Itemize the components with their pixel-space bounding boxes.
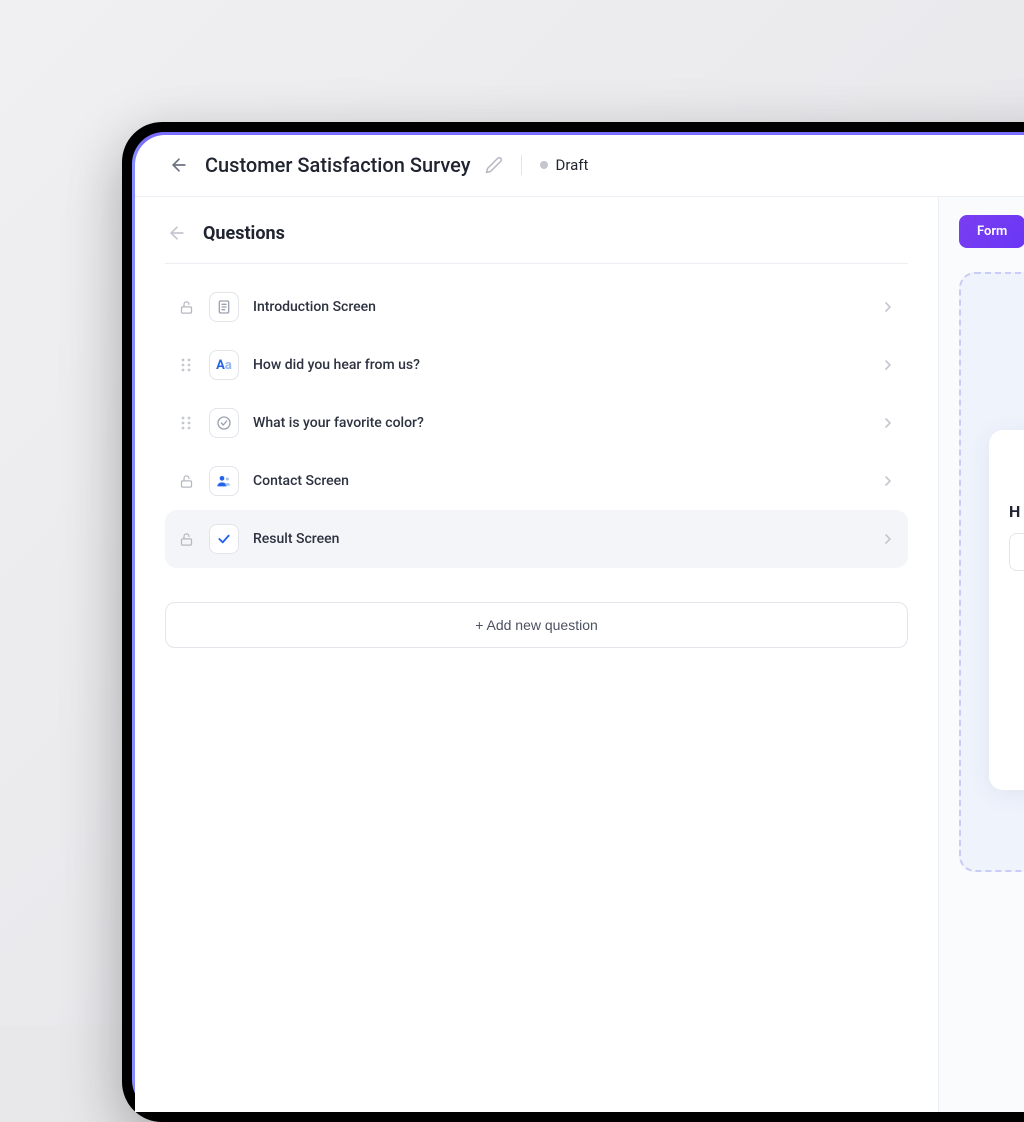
status-dot-icon bbox=[540, 161, 548, 169]
question-label: Introduction Screen bbox=[253, 299, 866, 315]
top-bar: Customer Satisfaction Survey Draft bbox=[135, 135, 1024, 196]
pencil-icon bbox=[485, 156, 503, 174]
questions-list: Introduction Screen Aa bbox=[165, 278, 908, 568]
text-aa-icon: Aa bbox=[209, 350, 239, 380]
chevron-right-icon bbox=[880, 415, 896, 431]
preview-panel: Form H bbox=[939, 197, 1024, 1112]
lock-icon bbox=[177, 472, 195, 490]
chevron-right-icon bbox=[880, 299, 896, 315]
preview-card: H bbox=[959, 272, 1024, 872]
device-frame: Customer Satisfaction Survey Draft bbox=[122, 122, 1024, 1122]
status-badge: Draft bbox=[540, 156, 589, 174]
chevron-right-icon bbox=[880, 531, 896, 547]
page-title: Customer Satisfaction Survey bbox=[205, 153, 471, 177]
question-row-introduction[interactable]: Introduction Screen bbox=[165, 278, 908, 336]
back-button[interactable] bbox=[167, 153, 191, 177]
panel-title: Questions bbox=[203, 223, 285, 244]
person-icon bbox=[209, 466, 239, 496]
chevron-right-icon bbox=[880, 357, 896, 373]
app-window: Customer Satisfaction Survey Draft bbox=[135, 135, 1024, 1112]
arrow-left-icon bbox=[169, 155, 189, 175]
question-row-favorite-color[interactable]: What is your favorite color? bbox=[165, 394, 908, 452]
question-row-result[interactable]: Result Screen bbox=[165, 510, 908, 568]
question-label: Result Screen bbox=[253, 531, 866, 547]
question-row-hear-from-us[interactable]: Aa How did you hear from us? bbox=[165, 336, 908, 394]
divider bbox=[521, 155, 522, 175]
question-label: What is your favorite color? bbox=[253, 415, 866, 431]
lock-icon bbox=[177, 530, 195, 548]
document-icon bbox=[209, 292, 239, 322]
arrow-left-icon bbox=[167, 223, 187, 243]
add-question-button[interactable]: + Add new question bbox=[165, 602, 908, 648]
question-label: How did you hear from us? bbox=[253, 357, 866, 373]
device-bezel: Customer Satisfaction Survey Draft bbox=[132, 132, 1024, 1112]
form-tab[interactable]: Form bbox=[959, 215, 1024, 248]
chevron-right-icon bbox=[880, 473, 896, 489]
check-circle-icon bbox=[209, 408, 239, 438]
drag-handle-icon[interactable] bbox=[177, 414, 195, 432]
preview-form-card: H bbox=[989, 430, 1024, 790]
preview-input-placeholder bbox=[1009, 533, 1024, 571]
panel-header: Questions bbox=[165, 221, 908, 264]
status-label: Draft bbox=[556, 156, 589, 174]
panel-back-button[interactable] bbox=[165, 221, 189, 245]
question-label: Contact Screen bbox=[253, 473, 866, 489]
drag-handle-icon[interactable] bbox=[177, 356, 195, 374]
main-area: Questions Introduction Screen bbox=[135, 196, 1024, 1112]
lock-icon bbox=[177, 298, 195, 316]
preview-heading: H bbox=[1009, 502, 1024, 521]
questions-panel: Questions Introduction Screen bbox=[135, 197, 939, 1112]
edit-title-button[interactable] bbox=[485, 156, 503, 174]
question-row-contact[interactable]: Contact Screen bbox=[165, 452, 908, 510]
check-icon bbox=[209, 524, 239, 554]
